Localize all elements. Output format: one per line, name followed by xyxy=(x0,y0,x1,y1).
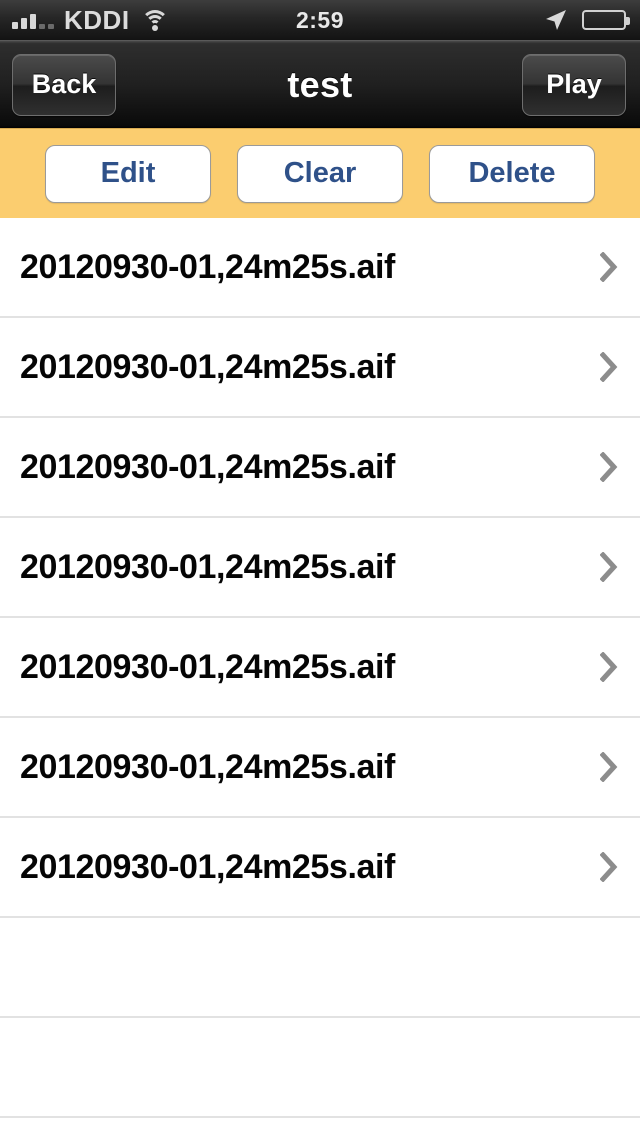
recording-list[interactable]: 20120930-01,24m25s.aif 20120930-01,24m25… xyxy=(0,218,640,1136)
table-row-empty xyxy=(0,1018,640,1118)
chevron-right-icon xyxy=(600,852,618,882)
file-name-label: 20120930-01,24m25s.aif xyxy=(20,847,395,886)
chevron-right-icon xyxy=(600,752,618,782)
status-bar-right xyxy=(544,0,630,40)
file-name-label: 20120930-01,24m25s.aif xyxy=(20,747,395,786)
clear-button[interactable]: Clear xyxy=(237,144,403,203)
file-name-label: 20120930-01,24m25s.aif xyxy=(20,647,395,686)
delete-button[interactable]: Delete xyxy=(429,144,595,203)
action-toolbar: Edit Clear Delete xyxy=(0,128,640,218)
table-row[interactable]: 20120930-01,24m25s.aif xyxy=(0,818,640,918)
chevron-right-icon xyxy=(600,452,618,482)
edit-button[interactable]: Edit xyxy=(45,144,211,203)
table-row[interactable]: 20120930-01,24m25s.aif xyxy=(0,218,640,318)
file-name-label: 20120930-01,24m25s.aif xyxy=(20,347,395,386)
chevron-right-icon xyxy=(600,252,618,282)
chevron-right-icon xyxy=(600,652,618,682)
play-button[interactable]: Play xyxy=(522,53,626,116)
table-row[interactable]: 20120930-01,24m25s.aif xyxy=(0,418,640,518)
chevron-right-icon xyxy=(600,552,618,582)
battery-icon xyxy=(582,10,630,30)
back-button[interactable]: Back xyxy=(12,53,116,116)
table-row-empty xyxy=(0,1118,640,1136)
table-row[interactable]: 20120930-01,24m25s.aif xyxy=(0,518,640,618)
navigation-bar: Back test Play xyxy=(0,40,640,128)
table-row[interactable]: 20120930-01,24m25s.aif xyxy=(0,718,640,818)
file-name-label: 20120930-01,24m25s.aif xyxy=(20,447,395,486)
app-screen: KDDI 2:59 Back test Play Edit Clear Dele… xyxy=(0,0,640,1136)
status-bar: KDDI 2:59 xyxy=(0,0,640,40)
table-row[interactable]: 20120930-01,24m25s.aif xyxy=(0,318,640,418)
location-arrow-icon xyxy=(544,8,568,32)
table-row[interactable]: 20120930-01,24m25s.aif xyxy=(0,618,640,718)
table-row-empty xyxy=(0,918,640,1018)
chevron-right-icon xyxy=(600,352,618,382)
file-name-label: 20120930-01,24m25s.aif xyxy=(20,547,395,586)
file-name-label: 20120930-01,24m25s.aif xyxy=(20,247,395,286)
